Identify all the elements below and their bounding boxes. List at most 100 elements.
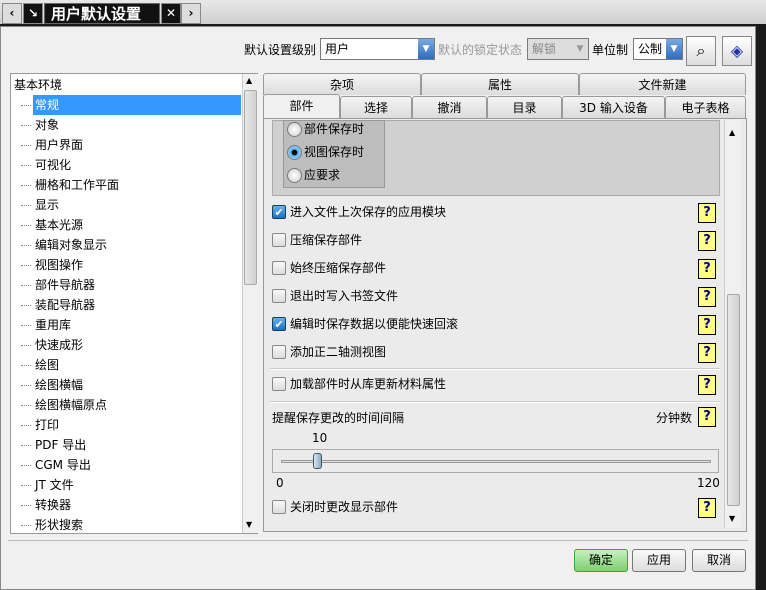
tab-row1[interactable]: 文件新建 [579, 73, 746, 95]
tree-item[interactable]: 绘图 [20, 355, 61, 375]
help-icon[interactable]: ? [698, 287, 716, 307]
checkbox-option[interactable]: 退出时写入书签文件 [272, 288, 398, 306]
tree-item[interactable]: 快速成形 [20, 335, 85, 355]
find-binoculars-icon[interactable]: ⌕ [686, 36, 716, 66]
unit-select[interactable]: 公制 ▼ [633, 38, 683, 60]
cancel-button[interactable]: 取消 [692, 549, 746, 572]
radio-button[interactable] [287, 122, 302, 137]
tree-item[interactable]: 常规 [21, 95, 241, 115]
checkbox-label: 编辑时保存数据以便能快速回滚 [290, 317, 459, 331]
help-icon[interactable]: ? [698, 407, 716, 427]
checkbox-box[interactable] [272, 345, 286, 359]
tab-row2[interactable]: 撤消 [412, 96, 487, 118]
tree-item[interactable]: CGM 导出 [21, 455, 93, 475]
lock-value: 解锁 [532, 42, 557, 56]
pin-icon[interactable]: ↘ [23, 3, 43, 24]
scroll-thumb[interactable] [244, 90, 257, 285]
checkbox-close-change-display[interactable]: 关闭时更改显示部件 [272, 499, 398, 517]
import-export-icon[interactable]: ◈ [722, 36, 752, 66]
checkbox-box[interactable]: ✔ [272, 317, 286, 331]
next-icon[interactable]: › [181, 3, 201, 24]
tab-row2[interactable]: 目录 [487, 96, 562, 118]
help-icon[interactable]: ? [698, 315, 716, 335]
tree-item[interactable]: 基本光源 [20, 215, 85, 235]
content-scrollbar[interactable]: ▲ ▼ [724, 120, 741, 528]
tree-item[interactable]: 重用库 [20, 315, 73, 335]
close-icon[interactable]: ✕ [161, 3, 181, 24]
apply-button[interactable]: 应用 [632, 549, 686, 572]
divider [270, 368, 720, 370]
scroll-thumb[interactable] [727, 294, 740, 506]
tree-item[interactable]: 用户界面 [20, 135, 85, 155]
checkbox-box[interactable]: ✔ [272, 205, 286, 219]
chevron-down-icon: ▼ [572, 39, 588, 59]
help-icon[interactable]: ? [698, 375, 716, 395]
tree-item[interactable]: 装配导航器 [20, 295, 97, 315]
tree-item[interactable]: JT 文件 [21, 475, 76, 495]
tree-item[interactable]: 部件导航器 [20, 275, 97, 295]
checkbox-label: 加载部件时从库更新材料属性 [290, 377, 447, 391]
radio-button[interactable] [287, 145, 302, 160]
help-icon[interactable]: ? [698, 259, 716, 279]
checkbox-option[interactable]: 始终压缩保存部件 [272, 260, 386, 278]
level-select[interactable]: 用户 ▼ [320, 38, 435, 60]
slider-max: 120 [697, 476, 720, 490]
scroll-down-icon[interactable]: ▼ [729, 514, 735, 523]
checkbox-option[interactable]: ✔ 进入文件上次保存的应用模块 [272, 204, 446, 222]
tree-item[interactable]: 转换器 [20, 495, 73, 515]
slider-unit: 分钟数 [656, 411, 693, 425]
checkbox-box[interactable] [272, 377, 286, 391]
title-bar: ‹ ↘ 用户默认设置 ✕ › [0, 0, 766, 24]
level-label: 默认设置级别 [244, 43, 317, 57]
slider-thumb[interactable] [312, 453, 322, 469]
tree-root[interactable]: 基本环境 [14, 75, 62, 95]
checkbox-box[interactable] [272, 233, 286, 247]
tree-item[interactable]: 打印 [20, 415, 61, 435]
help-icon[interactable]: ? [698, 498, 716, 518]
checkbox-option[interactable]: 加载部件时从库更新材料属性 [272, 376, 446, 394]
help-icon[interactable]: ? [698, 231, 716, 251]
tab-row1[interactable]: 属性 [421, 73, 579, 95]
help-icon[interactable]: ? [698, 343, 716, 363]
radio-option[interactable]: 应要求 [287, 167, 340, 185]
tab-row2[interactable]: 选择 [340, 96, 412, 118]
tree-item[interactable]: 绘图横幅原点 [20, 395, 109, 415]
tree-item[interactable]: 编辑对象显示 [20, 235, 109, 255]
tab-row2[interactable]: 部件 [263, 94, 340, 119]
checkbox-box[interactable] [272, 500, 286, 514]
checkbox-label: 压缩保存部件 [290, 233, 363, 247]
radio-option[interactable]: 视图保存时 [287, 144, 364, 162]
category-tree: 基本环境 常规 对象 用户界面 可视化 栅格和工作平面 显示 基本光源 编辑对象显示 视图操作部… [10, 73, 258, 534]
tree-item[interactable]: 形状搜索 [20, 515, 85, 535]
radio-label: 视图保存时 [304, 145, 365, 159]
tree-item[interactable]: 显示 [20, 195, 61, 215]
checkbox-option[interactable]: 压缩保存部件 [272, 232, 362, 250]
tree-item[interactable]: 对象 [20, 115, 61, 135]
tree-item[interactable]: PDF 导出 [20, 435, 88, 455]
scroll-up-icon[interactable]: ▲ [729, 128, 735, 137]
tab-row1[interactable]: 杂项 [263, 73, 421, 95]
interval-slider[interactable] [272, 449, 719, 473]
radio-option[interactable]: 部件保存时 [287, 121, 364, 139]
window-title[interactable]: 用户默认设置 [44, 3, 160, 24]
help-icon[interactable]: ? [698, 203, 716, 223]
prev-icon[interactable]: ‹ [2, 3, 22, 24]
tree-item[interactable]: 绘图横幅 [20, 375, 85, 395]
checkbox-box[interactable] [272, 261, 286, 275]
checkbox-box[interactable] [272, 289, 286, 303]
ok-button[interactable]: 确定 [574, 549, 628, 572]
tab-row2[interactable]: 电子表格 [665, 96, 746, 118]
checkbox-option[interactable]: 添加正二轴测视图 [272, 344, 386, 362]
tree-item[interactable]: 视图操作 [20, 255, 85, 275]
scroll-down-icon[interactable]: ▼ [246, 520, 252, 529]
tab-row2[interactable]: 3D 输入设备 [562, 96, 665, 118]
slider-value: 10 [312, 431, 328, 445]
tree-item[interactable]: 栅格和工作平面 [20, 175, 121, 195]
checkbox-label: 关闭时更改显示部件 [290, 500, 399, 514]
tree-item[interactable]: 可视化 [20, 155, 73, 175]
tree-scrollbar[interactable]: ▲ ▼ [242, 74, 258, 533]
checkbox-option[interactable]: ✔ 编辑时保存数据以便能快速回滚 [272, 316, 458, 334]
scroll-up-icon[interactable]: ▲ [246, 76, 252, 85]
chevron-down-icon: ▼ [418, 39, 434, 59]
radio-button[interactable] [287, 168, 302, 183]
